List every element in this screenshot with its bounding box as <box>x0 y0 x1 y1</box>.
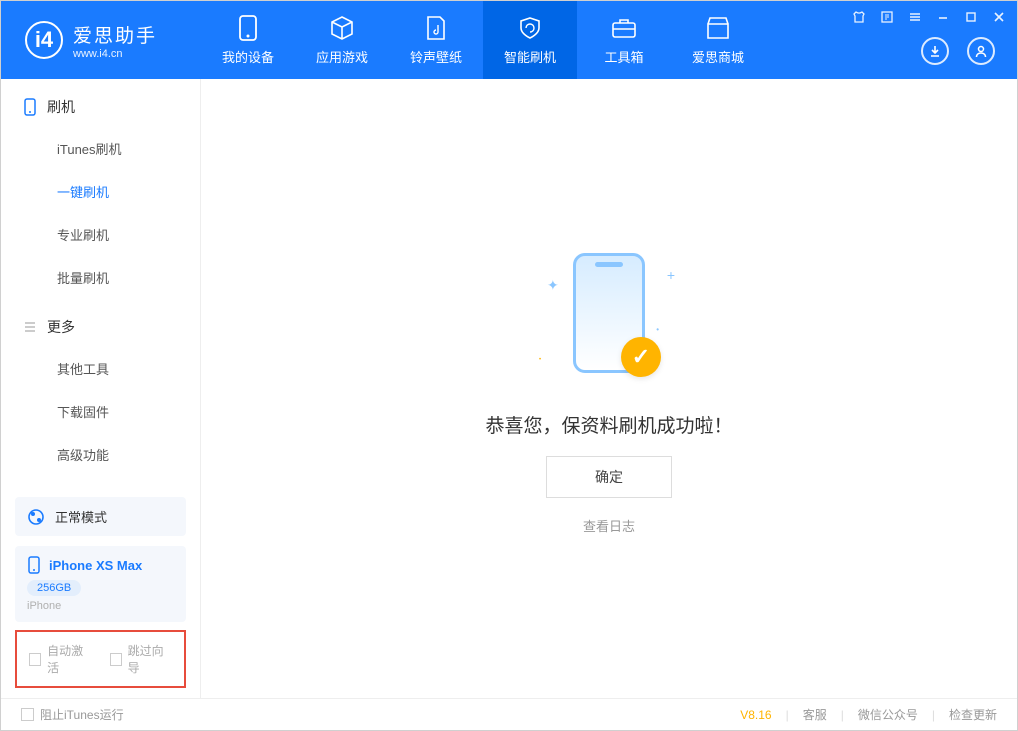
sidebar-item-download-firmware[interactable]: 下载固件 <box>1 390 200 433</box>
checkbox-icon <box>21 708 34 721</box>
status-mode-box[interactable]: 正常模式 <box>15 497 186 536</box>
footer-link-service[interactable]: 客服 <box>803 706 827 723</box>
tab-label: 我的设备 <box>222 47 274 66</box>
refresh-shield-icon <box>517 15 543 41</box>
logo-text: 爱思助手 www.i4.cn <box>73 21 157 60</box>
tab-label: 智能刷机 <box>504 47 556 66</box>
cube-icon <box>329 15 355 41</box>
list-icon <box>23 320 37 334</box>
download-button[interactable] <box>921 37 949 65</box>
user-button[interactable] <box>967 37 995 65</box>
checkbox-label: 跳过向导 <box>128 642 172 676</box>
device-name-text: iPhone XS Max <box>49 558 142 573</box>
tab-smart-flash[interactable]: 智能刷机 <box>483 1 577 79</box>
main-content: ✓ ✦ + • • 恭喜您，保资料刷机成功啦！ 确定 查看日志 <box>201 79 1017 698</box>
ok-button[interactable]: 确定 <box>546 456 672 498</box>
phone-icon <box>23 98 37 116</box>
view-log-link[interactable]: 查看日志 <box>583 516 635 535</box>
status-icon <box>27 508 45 526</box>
sidebar-section-more: 更多 <box>1 299 200 347</box>
skin-icon[interactable] <box>851 9 867 25</box>
device-type-text: iPhone <box>27 600 174 612</box>
checkbox-skip-guide[interactable]: 跳过向导 <box>110 642 173 676</box>
footer: 阻止iTunes运行 V8.16 | 客服 | 微信公众号 | 检查更新 <box>1 698 1017 730</box>
tab-label: 铃声壁纸 <box>410 47 462 66</box>
device-icon <box>235 15 261 41</box>
sparkle-icon: ✦ <box>547 277 559 294</box>
feedback-icon[interactable] <box>879 9 895 25</box>
header-actions <box>921 37 995 65</box>
app-header: i4 爱思助手 www.i4.cn 我的设备 应用游戏 铃声壁纸 智能刷机 工具… <box>1 1 1017 79</box>
tab-ringtone-wallpaper[interactable]: 铃声壁纸 <box>389 1 483 79</box>
music-file-icon <box>423 15 449 41</box>
window-controls <box>851 9 1007 25</box>
device-info-box[interactable]: iPhone XS Max 256GB iPhone <box>15 546 186 622</box>
checkbox-block-itunes[interactable]: 阻止iTunes运行 <box>21 706 124 723</box>
sidebar-bottom: 正常模式 iPhone XS Max 256GB iPhone 自动激活 跳过向… <box>1 487 200 698</box>
app-logo-icon: i4 <box>25 21 63 59</box>
checkbox-label: 自动激活 <box>47 642 91 676</box>
tab-toolbox[interactable]: 工具箱 <box>577 1 671 79</box>
maximize-button[interactable] <box>963 9 979 25</box>
checkbox-icon <box>29 653 41 666</box>
device-icon <box>27 556 41 574</box>
toolbox-icon <box>611 15 637 41</box>
highlighted-options: 自动激活 跳过向导 <box>15 630 186 688</box>
section-title: 更多 <box>47 317 75 337</box>
success-message: 恭喜您，保资料刷机成功啦！ <box>485 411 732 438</box>
sparkle-icon: • <box>656 325 659 334</box>
minimize-button[interactable] <box>935 9 951 25</box>
sidebar-item-advanced[interactable]: 高级功能 <box>1 433 200 476</box>
sidebar-item-oneclick-flash[interactable]: 一键刷机 <box>1 170 200 213</box>
separator: | <box>841 708 844 722</box>
sidebar-item-other-tools[interactable]: 其他工具 <box>1 347 200 390</box>
store-icon <box>705 15 731 41</box>
sidebar-item-pro-flash[interactable]: 专业刷机 <box>1 213 200 256</box>
tab-label: 应用游戏 <box>316 47 368 66</box>
sidebar: 刷机 iTunes刷机 一键刷机 专业刷机 批量刷机 更多 其他工具 下载固件 … <box>1 79 201 698</box>
sidebar-item-itunes-flash[interactable]: iTunes刷机 <box>1 127 200 170</box>
success-illustration: ✓ ✦ + • • <box>529 243 689 393</box>
footer-right: V8.16 | 客服 | 微信公众号 | 检查更新 <box>740 706 997 723</box>
tab-label: 爱思商城 <box>692 47 744 66</box>
device-name-row: iPhone XS Max <box>27 556 174 574</box>
sparkle-icon: • <box>539 357 541 363</box>
separator: | <box>786 708 789 722</box>
checkbox-auto-activate[interactable]: 自动激活 <box>29 642 92 676</box>
sidebar-item-batch-flash[interactable]: 批量刷机 <box>1 256 200 299</box>
body: 刷机 iTunes刷机 一键刷机 专业刷机 批量刷机 更多 其他工具 下载固件 … <box>1 79 1017 698</box>
menu-icon[interactable] <box>907 9 923 25</box>
version-text: V8.16 <box>740 708 771 722</box>
tab-apps-games[interactable]: 应用游戏 <box>295 1 389 79</box>
tab-my-device[interactable]: 我的设备 <box>201 1 295 79</box>
tab-label: 工具箱 <box>604 47 643 66</box>
main-tabs: 我的设备 应用游戏 铃声壁纸 智能刷机 工具箱 爱思商城 <box>201 1 765 79</box>
app-title: 爱思助手 <box>73 21 157 48</box>
footer-link-wechat[interactable]: 微信公众号 <box>858 706 918 723</box>
separator: | <box>932 708 935 722</box>
close-button[interactable] <box>991 9 1007 25</box>
section-title: 刷机 <box>47 97 75 117</box>
status-mode-text: 正常模式 <box>55 507 107 526</box>
logo-area: i4 爱思助手 www.i4.cn <box>1 21 201 60</box>
device-storage-badge: 256GB <box>27 580 81 596</box>
sparkle-icon: + <box>667 267 675 283</box>
app-url: www.i4.cn <box>73 48 157 60</box>
tab-store[interactable]: 爱思商城 <box>671 1 765 79</box>
check-badge-icon: ✓ <box>621 337 661 377</box>
sidebar-section-flash: 刷机 <box>1 79 200 127</box>
footer-link-update[interactable]: 检查更新 <box>949 706 997 723</box>
checkbox-label: 阻止iTunes运行 <box>40 706 124 723</box>
checkbox-icon <box>110 653 122 666</box>
